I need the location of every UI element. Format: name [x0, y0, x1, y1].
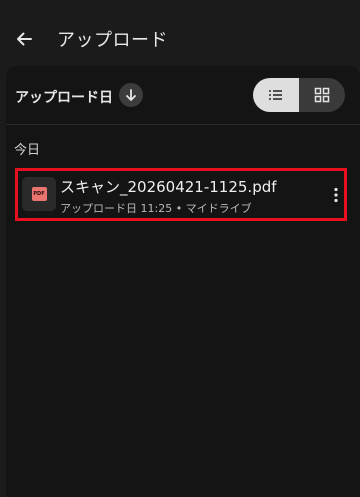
sort-label[interactable]: アップロード日: [15, 87, 113, 107]
sort-bar: アップロード日: [6, 66, 360, 125]
pdf-file-icon: PDF: [31, 187, 47, 201]
more-options-button[interactable]: [328, 184, 344, 206]
view-toggle: [253, 78, 345, 112]
file-meta: アップロード日 11:25 • マイドライブ: [60, 202, 252, 215]
back-button[interactable]: [12, 27, 36, 51]
grid-view-button[interactable]: [299, 78, 345, 112]
list-icon: [269, 90, 282, 100]
section-label-today: 今日: [14, 143, 41, 158]
file-list-item[interactable]: PDF スキャン_20260421-1125.pdf アップロード日 11:25…: [15, 168, 347, 221]
arrow-left-icon: [17, 32, 32, 46]
more-vert-icon: [334, 187, 338, 203]
top-app-bar: アップロード: [0, 0, 360, 66]
page-title: アップロード: [57, 30, 168, 51]
grid-icon: [314, 87, 330, 103]
sort-direction-button[interactable]: [119, 83, 143, 107]
file-name: スキャン_20260421-1125.pdf: [60, 178, 277, 196]
content-panel: アップロード日 今日 PDF スキャン_20260421-1125.pdf アッ…: [6, 66, 360, 497]
arrow-down-icon: [126, 89, 136, 101]
uploads-screen: アップロード アップロード日 今日 PDF スキャン_20260421-1125…: [0, 0, 360, 497]
file-thumbnail: PDF: [22, 177, 56, 211]
list-view-button[interactable]: [253, 78, 299, 112]
